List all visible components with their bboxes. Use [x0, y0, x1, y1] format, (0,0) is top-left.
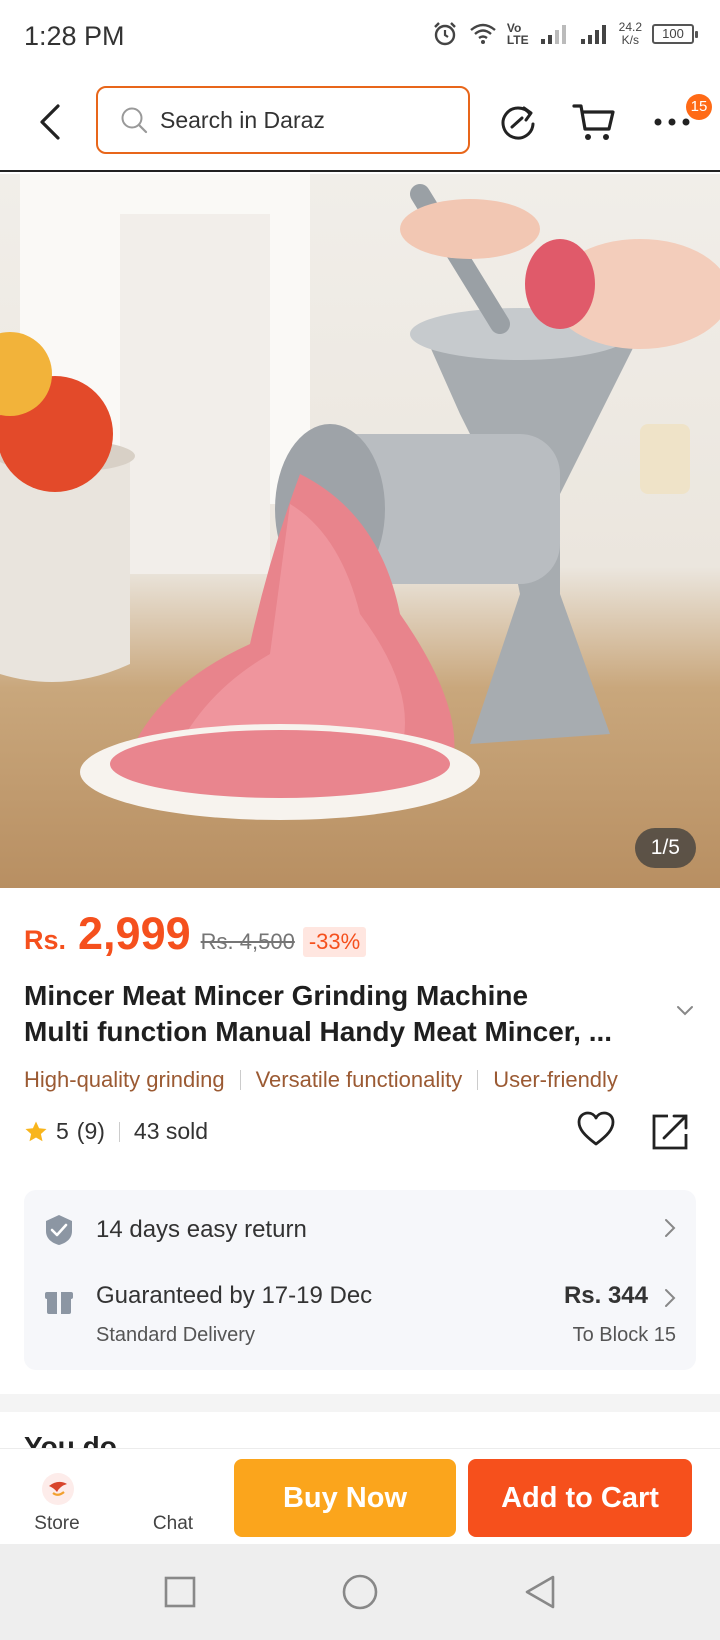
search-icon	[121, 107, 148, 134]
network-speed: 24.2 K/s	[619, 21, 642, 47]
delivery-box-icon	[45, 1292, 73, 1314]
search-header: Search in Daraz	[0, 72, 720, 172]
home-button[interactable]	[336, 1568, 384, 1616]
product-image-gallery[interactable]: 1/5	[0, 174, 720, 888]
feature-tag: High-quality grinding	[24, 1067, 225, 1092]
original-price: Rs. 4,500	[200, 929, 295, 954]
bottom-action-bar: Store Chat Buy Now Add to Cart	[0, 1448, 720, 1544]
product-title-line1: Mincer Meat Mincer Grinding Machine	[24, 980, 529, 1011]
store-button[interactable]: Store	[12, 1449, 102, 1545]
back-button[interactable]	[28, 94, 72, 150]
discount-badge: -33%	[302, 927, 367, 957]
delivery-date: Guaranteed by 17-19 Dec	[96, 1282, 373, 1309]
service-card: 14 days easy return Guaranteed by 17-19 …	[24, 1190, 696, 1370]
square-icon	[164, 1576, 196, 1608]
menu-notification-badge: 15	[686, 94, 712, 120]
chat-label: Chat	[152, 1513, 194, 1534]
battery-indicator: 100	[652, 24, 698, 44]
expand-title-button[interactable]	[676, 1004, 694, 1022]
return-policy-row[interactable]: 14 days easy return	[44, 1210, 676, 1250]
price-value: 2,999	[78, 908, 191, 959]
refresh-share-icon	[501, 106, 535, 140]
feature-tags: High-quality grinding Versatile function…	[24, 1064, 720, 1096]
store-logo-icon	[42, 1473, 74, 1505]
section-divider	[0, 1394, 720, 1412]
net-speed-unit: K/s	[621, 33, 639, 47]
delivery-destination: To Block 15	[572, 1324, 676, 1346]
chevron-right-icon	[665, 1219, 676, 1237]
chat-button[interactable]: Chat	[128, 1449, 218, 1545]
more-dots-icon	[654, 118, 690, 126]
delivery-row[interactable]: Guaranteed by 17-19 Dec Standard Deliver…	[44, 1282, 676, 1362]
status-time: 1:28 PM	[24, 20, 125, 51]
recent-apps-button[interactable]	[156, 1568, 204, 1616]
signal-icon-2	[580, 25, 606, 44]
signal-icon	[540, 25, 566, 44]
rating-value: 5	[56, 1118, 69, 1144]
rating-row[interactable]: 5 (9) 43 sold	[24, 1118, 208, 1145]
product-title-line2: Multi function Manual Handy Meat Mincer,…	[24, 1016, 613, 1047]
feature-tag: Versatile functionality	[255, 1067, 463, 1092]
shield-check-icon	[46, 1215, 72, 1245]
system-navigation-bar	[0, 1544, 720, 1640]
alarm-icon	[434, 22, 456, 46]
return-text: 14 days easy return	[96, 1216, 307, 1243]
status-icons: Vo LTE 24.2 K/s 100	[431, 20, 698, 48]
next-section-title: You do	[24, 1432, 117, 1448]
delivery-fee: Rs. 344	[563, 1282, 648, 1309]
search-placeholder: Search in Daraz	[160, 106, 325, 133]
delivery-type: Standard Delivery	[96, 1324, 255, 1346]
circle-icon	[342, 1574, 378, 1610]
image-counter: 1/5	[634, 828, 696, 868]
back-nav-button[interactable]	[516, 1568, 564, 1616]
feature-tag: User-friendly	[493, 1067, 618, 1092]
product-title: Mincer Meat Mincer Grinding Machine Mult…	[24, 978, 664, 1050]
chevron-left-icon	[40, 104, 60, 140]
share-refresh-button[interactable]	[492, 96, 544, 148]
volte-indicator: Vo LTE	[507, 22, 529, 46]
chevron-down-icon	[677, 1006, 693, 1016]
cart-icon	[572, 104, 615, 140]
store-label: Store	[34, 1513, 80, 1534]
rating-count: (9)	[76, 1118, 105, 1144]
volte-bottom: LTE	[506, 33, 529, 47]
sold-count: 43 sold	[133, 1118, 209, 1144]
chevron-right-icon	[665, 1289, 676, 1307]
triangle-back-icon	[525, 1575, 555, 1609]
heart-icon	[577, 1111, 615, 1146]
wifi-icon	[470, 23, 496, 44]
price-row: Rs. 2,999 Rs. 4,500 -33%	[24, 908, 367, 960]
price-currency: Rs.	[24, 925, 67, 955]
buy-now-button[interactable]: Buy Now	[234, 1459, 456, 1537]
share-button[interactable]	[650, 1112, 690, 1157]
rating-divider	[118, 1121, 120, 1142]
cart-button[interactable]	[568, 96, 620, 148]
add-to-cart-button[interactable]: Add to Cart	[468, 1459, 692, 1537]
status-bar: 1:28 PM Vo LTE 24.2 K/s 100	[0, 0, 720, 72]
feature-divider	[239, 1070, 241, 1090]
product-photo	[0, 174, 720, 820]
search-input[interactable]: Search in Daraz	[96, 86, 470, 154]
wishlist-button[interactable]	[576, 1110, 616, 1153]
share-external-icon	[652, 1114, 688, 1150]
feature-divider	[477, 1070, 479, 1090]
star-icon	[25, 1121, 47, 1141]
